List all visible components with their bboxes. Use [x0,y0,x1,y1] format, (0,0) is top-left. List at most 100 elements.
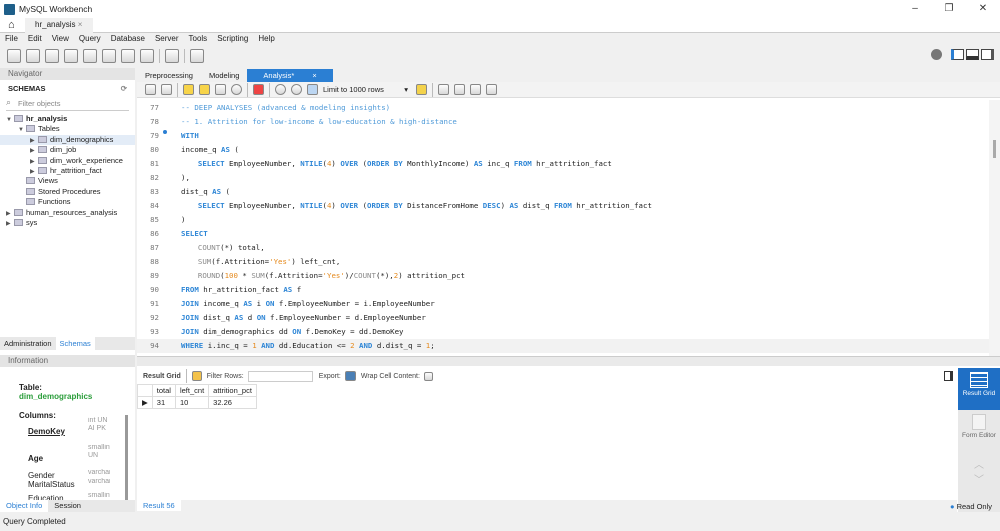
menu-help[interactable]: Help [258,33,274,45]
scroll-arrows[interactable]: ︿ ﹀ [958,452,1000,494]
tab-result[interactable]: Result 56 [137,500,181,511]
close-tab-icon[interactable]: × [78,20,83,29]
toggle-output-icon[interactable] [966,49,979,60]
code-line[interactable]: 91 JOIN income_q AS i ON f.EmployeeNumber… [137,297,989,311]
expand-right-icon[interactable]: ▶ [6,219,14,229]
code-line[interactable]: 93 JOIN dim_demographics dd ON f.DemoKey … [137,325,989,339]
toggle-sidebar-icon[interactable] [951,49,964,60]
code-line[interactable]: 89 ROUND(100 * SUM(f.Attrition='Yes')/CO… [137,269,989,283]
tree-item[interactable]: ▶ hr_attrition_fact [0,166,135,176]
explain-icon[interactable] [215,84,226,95]
column-header[interactable]: left_cnt [174,384,210,397]
filter-rows-input[interactable] [247,370,313,382]
close-button[interactable]: ✕ [966,0,1000,18]
tab-preprocessing[interactable]: Preprocessing [137,69,201,82]
menu-edit[interactable]: Edit [28,33,42,45]
code-line[interactable]: 88 SUM(f.Attrition='Yes') left_cnt, [137,255,989,269]
create-schema-icon[interactable] [64,49,78,63]
menu-file[interactable]: File [5,33,18,45]
code-line[interactable]: 86 SELECT [137,227,989,241]
inspector-icon[interactable] [45,49,59,63]
create-view-icon[interactable] [102,49,116,63]
execute-current-icon[interactable] [199,84,210,95]
tab-hr-analysis[interactable]: hr_analysis × [25,18,93,33]
execute-icon[interactable] [183,84,194,95]
add-snippet-icon[interactable] [416,84,427,95]
grid-icon[interactable] [191,371,202,381]
tree-item[interactable]: ▶ sys [0,218,135,228]
rollback-icon[interactable] [291,84,302,95]
maximize-button[interactable]: ❐ [932,0,966,18]
toggle-secondary-sidebar-icon[interactable] [981,49,994,60]
menu-server[interactable]: Server [155,33,179,45]
info-scrollbar[interactable] [125,415,128,500]
tab-modeling[interactable]: Modeling [201,69,247,82]
filter-objects-input[interactable]: Filter objects [6,97,129,111]
tree-item[interactable]: ▶ dim_work_experience [0,156,135,166]
toggle-error-icon[interactable] [253,84,264,95]
code-line[interactable]: 78 -- 1. Attrition for low-income & low-e… [137,115,989,129]
code-line[interactable]: 83 dist_q AS ( [137,185,989,199]
result-grid-button[interactable]: Result Grid [958,368,1000,410]
invisible-chars-icon[interactable] [470,84,481,95]
stop-icon[interactable] [231,84,242,95]
code-line[interactable]: 79 WITH [137,129,989,143]
code-line[interactable]: 84 SELECT EmployeeNumber, NTILE(4) OVER … [137,199,989,213]
menu-database[interactable]: Database [111,33,145,45]
settings-gear-icon[interactable] [931,49,942,60]
tree-item[interactable]: Views [0,176,135,186]
create-table-icon[interactable] [83,49,97,63]
search-table-data-icon[interactable] [165,49,179,63]
tree-item[interactable]: ▶ human_resources_analysis [0,208,135,218]
beautify-icon[interactable] [438,84,449,95]
find-icon[interactable] [454,84,465,95]
create-procedure-icon[interactable] [121,49,135,63]
column-header[interactable]: attrition_pct [208,384,257,397]
home-icon[interactable]: ⌂ [8,19,15,31]
word-wrap-icon[interactable] [486,84,497,95]
tree-item[interactable]: ▶ dim_demographics [0,134,135,146]
menu-query[interactable]: Query [79,33,101,45]
tab-session[interactable]: Session [48,500,87,512]
commit-icon[interactable] [275,84,286,95]
code-line[interactable]: 87 COUNT(*) total, [137,241,989,255]
tree-item[interactable]: ▶ dim_job [0,145,135,155]
tab-object-info[interactable]: Object Info [0,500,49,512]
new-sql-tab-icon[interactable] [7,49,21,63]
editor-scrollbar[interactable] [989,100,1000,356]
code-line[interactable]: 85) [137,213,989,227]
code-line[interactable]: 82), [137,171,989,185]
code-line[interactable]: 77 -- DEEP ANALYSES (advanced & modeling … [137,101,989,115]
tab-schemas[interactable]: Schemas [55,337,95,350]
form-editor-button[interactable]: Form Editor [958,410,1000,452]
close-tab-icon[interactable]: × [304,69,324,82]
column-header[interactable]: total [151,384,176,397]
table-cell[interactable]: 31 [151,396,176,409]
table-row[interactable]: ▶ 31 10 32.26 [137,396,257,409]
tree-item[interactable]: Stored Procedures [0,187,135,197]
tab-analysis[interactable]: Analysis* × [247,69,333,82]
minimize-button[interactable]: – [898,0,932,18]
table-cell[interactable]: 32.26 [208,396,257,409]
sql-code-editor[interactable]: 77 -- DEEP ANALYSES (advanced & modeling … [137,100,989,364]
result-grid[interactable]: total left_cnt attrition_pct ▶ 31 10 32.26 [137,384,257,409]
menu-scripting[interactable]: Scripting [217,33,248,45]
code-line[interactable]: 92 JOIN dist_q AS d ON f.EmployeeNumber =… [137,311,989,325]
menu-tools[interactable]: Tools [189,33,208,45]
reconnect-icon[interactable] [190,49,204,63]
code-line[interactable]: 81 SELECT EmployeeNumber, NTILE(4) OVER … [137,157,989,171]
autocommit-icon[interactable] [307,84,318,95]
create-function-icon[interactable] [140,49,154,63]
open-file-icon[interactable] [145,84,156,95]
tree-item[interactable]: ▼ hr_analysis [0,114,135,124]
tree-item[interactable]: ▼ Tables [0,124,135,134]
refresh-icon[interactable]: ⟳ [121,84,127,93]
table-cell[interactable]: 10 [174,396,210,409]
splitter[interactable] [137,356,1000,366]
wrap-cell-icon[interactable] [423,371,433,381]
menu-view[interactable]: View [52,33,69,45]
save-icon[interactable] [161,84,172,95]
code-line[interactable]: 80 income_q AS ( [137,143,989,157]
tab-administration[interactable]: Administration [0,337,56,350]
toggle-result-panel-icon[interactable] [944,371,953,381]
